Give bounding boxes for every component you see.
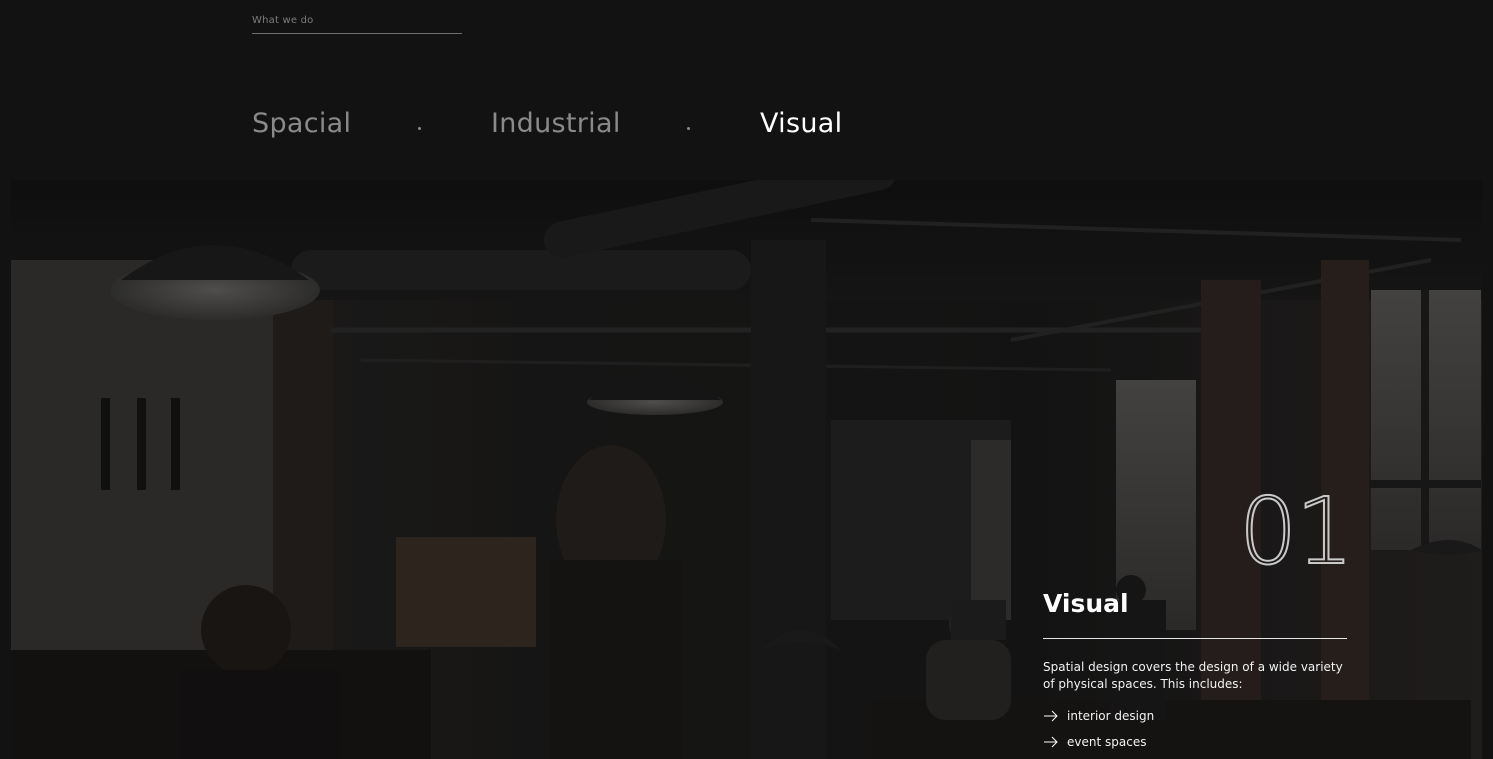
info-title: Visual: [1043, 590, 1347, 639]
info-card: Visual Spatial design covers the design …: [1043, 590, 1347, 755]
section-label: What we do: [252, 15, 462, 34]
info-description: Spatial design covers the design of a wi…: [1043, 659, 1343, 691]
tab-visual[interactable]: Visual: [760, 108, 842, 139]
slide-number: 01: [1238, 478, 1355, 585]
tab-separator-dot: [418, 127, 421, 130]
arrow-right-icon: [1044, 736, 1058, 747]
list-item-label: event spaces: [1067, 734, 1147, 749]
list-item[interactable]: interior design: [1043, 703, 1347, 729]
tab-separator-dot: [687, 127, 690, 130]
hero-section: 01 Visual Spatial design covers the desi…: [11, 180, 1482, 759]
list-item[interactable]: event spaces: [1043, 729, 1347, 755]
arrow-right-icon: [1044, 710, 1058, 721]
list-item-label: interior design: [1067, 708, 1155, 723]
tab-spacial[interactable]: Spacial: [252, 108, 351, 139]
tab-industrial[interactable]: Industrial: [491, 108, 621, 139]
service-list: interior design event spaces: [1043, 703, 1347, 755]
